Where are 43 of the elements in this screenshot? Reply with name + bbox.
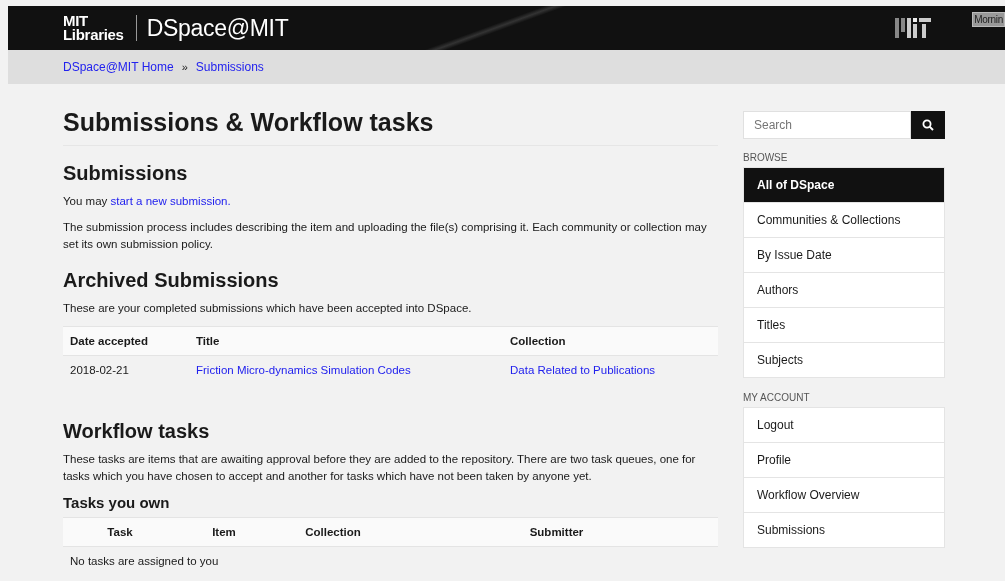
search-field[interactable]: Search bbox=[743, 111, 911, 139]
column-header: Collection bbox=[503, 326, 718, 356]
breadcrumb-link[interactable]: DSpace@MIT Home bbox=[63, 60, 174, 74]
sidebar-item[interactable]: Communities & Collections bbox=[744, 202, 944, 237]
column-header: Task bbox=[63, 517, 177, 547]
sidebar-item[interactable]: Workflow Overview bbox=[744, 477, 944, 512]
sidebar-item[interactable]: Authors bbox=[744, 272, 944, 307]
section-heading: Submissions bbox=[63, 162, 189, 185]
institute-logo-icon[interactable] bbox=[895, 18, 931, 38]
sidebar-item[interactable]: All of DSpace bbox=[744, 168, 944, 202]
search-icon bbox=[922, 119, 934, 131]
collection-link[interactable]: Data Related to Publications bbox=[510, 364, 656, 376]
libraries-logo[interactable]: MIT Libraries bbox=[63, 14, 124, 42]
sidebar-item[interactable]: Titles bbox=[744, 307, 944, 342]
sidebar-heading: BROWSE bbox=[743, 152, 789, 163]
user-greeting[interactable]: Mornin bbox=[972, 12, 1005, 27]
column-header: Title bbox=[189, 326, 503, 356]
column-header: Submitter bbox=[395, 517, 718, 547]
column-header: Collection bbox=[271, 517, 395, 547]
section-heading: Archived Submissions bbox=[63, 269, 280, 292]
search-button[interactable] bbox=[911, 111, 945, 139]
description-text: These are your completed submissions which have been accepted into DSpace. bbox=[63, 301, 473, 316]
sidebar-item[interactable]: Subjects bbox=[744, 342, 944, 377]
sidebar-item[interactable]: Profile bbox=[744, 442, 944, 477]
section-heading: Workflow tasks bbox=[63, 420, 211, 443]
table-cell: No tasks are assigned to you bbox=[63, 546, 718, 575]
table-cell: 2018-02-21 bbox=[63, 355, 189, 384]
column-header: Date accepted bbox=[63, 326, 189, 356]
new-submission-link[interactable]: start a new submission. bbox=[110, 195, 231, 207]
page-title: Submissions & Workflow tasks bbox=[63, 108, 718, 146]
site-title[interactable]: DSpace@MIT bbox=[146, 14, 289, 42]
description-text: These tasks are items that are awaiting approval before they are added to the repository. There are two task queues, one for tasks which you have chosen to accept and another for tasks which have not been taken by anyone yet. bbox=[63, 452, 697, 484]
column-header: Item bbox=[177, 517, 271, 547]
description-text: The submission process includes describing the item and uploading the file(s) comprising it. Each community or collection may set its own submission policy. bbox=[63, 220, 708, 252]
sidebar-item[interactable]: Logout bbox=[744, 408, 944, 442]
intro-text: You may start a new submission. bbox=[63, 194, 232, 209]
item-title-link[interactable]: Friction Micro-dynamics Simulation Codes bbox=[196, 364, 411, 376]
subsection-heading: Tasks you own bbox=[63, 494, 171, 511]
breadcrumb-link[interactable]: Submissions bbox=[195, 60, 264, 74]
sidebar-heading: MY ACCOUNT bbox=[743, 392, 811, 403]
sidebar-item[interactable]: By Issue Date bbox=[744, 237, 944, 272]
sidebar-item[interactable]: Submissions bbox=[744, 512, 944, 547]
breadcrumb-separator: » bbox=[181, 61, 188, 73]
